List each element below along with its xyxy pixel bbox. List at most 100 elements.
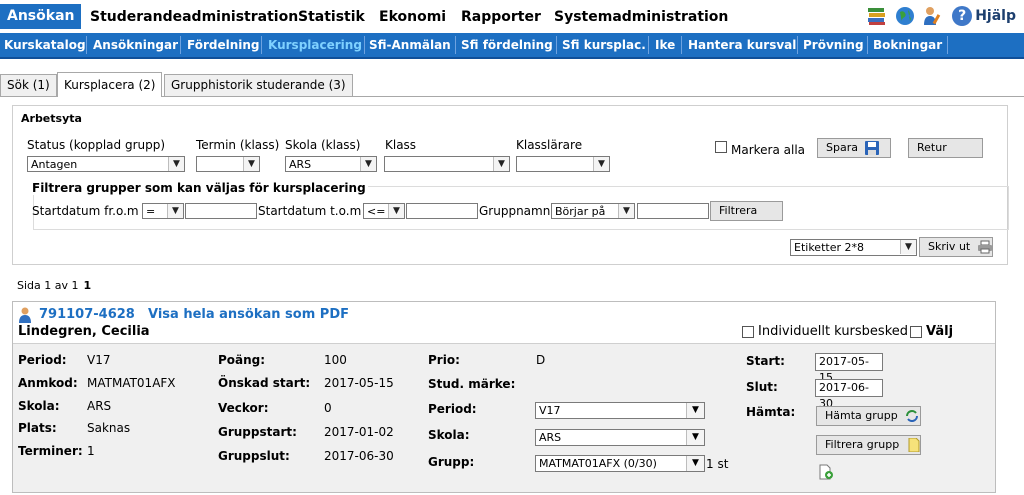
help-link[interactable]: ? Hjälp: [952, 6, 1016, 26]
menu-ekonomi[interactable]: Ekonomi: [379, 9, 446, 25]
valj-label: Välj: [926, 324, 954, 339]
hamta-label: Hämta:: [746, 405, 796, 419]
startdatum-from-operator-value: =: [146, 205, 156, 218]
submenu-divider: [455, 36, 456, 54]
menu-studerandeadministration[interactable]: Studerandeadministration: [90, 9, 298, 25]
books-icon[interactable]: [866, 5, 888, 27]
hamta-grupp-button[interactable]: Hämta grupp: [816, 406, 921, 426]
valj-checkbox[interactable]: [910, 326, 922, 338]
status-select[interactable]: Antagen ▼: [27, 156, 185, 172]
tab-kursplacera[interactable]: Kursplacera (2): [57, 72, 163, 97]
plats-label: Plats:: [18, 421, 57, 435]
slut-input[interactable]: 2017-06-30: [815, 379, 883, 410]
plats-value: Saknas: [87, 421, 131, 435]
submenu-divider: [556, 36, 557, 54]
menu-ansokan[interactable]: Ansökan: [0, 4, 82, 29]
gruppnamn-operator[interactable]: Börjar på ▼: [551, 203, 635, 219]
globe-icon[interactable]: [894, 5, 916, 27]
refresh-icon: [905, 409, 919, 423]
application-record: 791107-4628 Visa hela ansökan som PDF Li…: [12, 301, 996, 493]
submenu-sfi-fordelning[interactable]: Sfi fördelning: [461, 33, 553, 57]
prio-label: Prio:: [428, 353, 460, 367]
period-select[interactable]: V17 ▼: [535, 402, 705, 419]
veckor-value: 0: [324, 401, 332, 415]
submenu-divider: [261, 36, 262, 54]
grupp-select-value: MATMAT01AFX (0/30): [539, 457, 657, 470]
menu-statistik[interactable]: Statistik: [298, 9, 365, 25]
submenu-bokningar[interactable]: Bokningar: [873, 33, 942, 57]
status-select-value: Antagen: [31, 158, 78, 171]
filter-legend: Filtrera grupper som kan väljas för kurs…: [30, 181, 368, 195]
klass-select[interactable]: ▼: [384, 156, 510, 172]
arbetsyta-panel: Arbetsyta Status (kopplad grupp) Antagen…: [12, 105, 1009, 265]
etiketter-select-value: Etiketter 2*8: [794, 241, 864, 254]
menu-rapporter[interactable]: Rapporter: [461, 9, 541, 25]
gruppslut-label: Gruppslut:: [218, 449, 290, 463]
sub-menu: Kurskatalog Ansökningar Fördelning Kursp…: [0, 33, 1024, 59]
terminer-value: 1: [87, 444, 95, 458]
submenu-ike[interactable]: Ike: [655, 33, 675, 57]
submenu-fordelning[interactable]: Fördelning: [187, 33, 260, 57]
startdatum-tom-label: Startdatum t.o.m: [258, 204, 362, 218]
pdf-link[interactable]: Visa hela ansökan som PDF: [148, 307, 349, 322]
terminer-label: Terminer:: [18, 444, 83, 458]
floppy-disk-icon: [865, 141, 880, 155]
arbetsyta-legend: Arbetsyta: [21, 112, 82, 125]
individuellt-checkbox[interactable]: [742, 326, 754, 338]
tab-grupphistorik[interactable]: Grupphistorik studerande (3): [164, 74, 353, 96]
chevron-down-icon: ▼: [593, 157, 609, 171]
submenu-divider: [867, 36, 868, 54]
onskad-start-value: 2017-05-15: [324, 376, 394, 390]
user-settings-icon[interactable]: [922, 5, 944, 27]
chevron-down-icon: ▼: [618, 204, 634, 218]
submenu-hantera-kursval[interactable]: Hantera kursval: [688, 33, 796, 57]
submenu-ansokningar[interactable]: Ansökningar: [93, 33, 178, 57]
pager-page-link[interactable]: 1: [84, 279, 92, 292]
chevron-down-icon: ▼: [686, 403, 704, 418]
submenu-kurskatalog[interactable]: Kurskatalog: [4, 33, 86, 57]
markera-alla-checkbox[interactable]: [715, 141, 727, 153]
etiketter-select[interactable]: Etiketter 2*8 ▼: [790, 239, 917, 256]
menu-systemadministration[interactable]: Systemadministration: [554, 9, 728, 25]
skola-label: Skola:: [18, 399, 60, 413]
retur-button[interactable]: Retur: [908, 138, 983, 158]
anmkod-label: Anmkod:: [18, 376, 78, 390]
grupp-select[interactable]: MATMAT01AFX (0/30) ▼: [535, 455, 705, 472]
markera-alla-label: Markera alla: [731, 143, 806, 157]
submenu-sfi-kursplac[interactable]: Sfi kursplac.: [562, 33, 646, 57]
gruppnamn-input[interactable]: [637, 203, 709, 219]
klasslarare-select[interactable]: ▼: [516, 156, 610, 172]
chevron-down-icon: ▼: [493, 157, 509, 171]
skriv-ut-label: Skriv ut: [928, 240, 971, 253]
filtrera-grupp-button[interactable]: Filtrera grupp: [816, 435, 921, 455]
chevron-down-icon: ▼: [388, 204, 404, 218]
submenu-divider: [180, 36, 181, 54]
submenu-sfi-anmalan[interactable]: Sfi-Anmälan: [369, 33, 451, 57]
startdatum-tom-operator[interactable]: <= ▼: [363, 203, 405, 219]
period-select-value: V17: [539, 404, 561, 417]
klass-label: Klass: [385, 138, 417, 152]
grupp-count: 1 st: [706, 457, 729, 471]
tab-sok[interactable]: Sök (1): [0, 74, 57, 96]
filtrera-button[interactable]: Filtrera: [710, 201, 783, 221]
termin-select[interactable]: ▼: [196, 156, 260, 172]
skriv-ut-button[interactable]: Skriv ut: [919, 237, 993, 257]
submenu-provning[interactable]: Prövning: [803, 33, 864, 57]
start-input[interactable]: 2017-05-15: [815, 353, 883, 384]
startdatum-from-input[interactable]: [185, 203, 257, 219]
personnummer-link[interactable]: 791107-4628: [39, 307, 135, 322]
skola-record-select[interactable]: ARS ▼: [535, 429, 705, 446]
startdatum-from-label: Startdatum fr.o.m: [32, 204, 139, 218]
startdatum-from-operator[interactable]: = ▼: [142, 203, 184, 219]
gruppslut-value: 2017-06-30: [324, 449, 394, 463]
startdatum-tom-input[interactable]: [406, 203, 478, 219]
klasslarare-label: Klasslärare: [516, 138, 583, 152]
poang-value: 100: [324, 353, 347, 367]
submenu-kursplacering[interactable]: Kursplacering: [268, 33, 362, 57]
gruppstart-value: 2017-01-02: [324, 425, 394, 439]
help-label: Hjälp: [975, 8, 1016, 24]
poang-label: Poäng:: [218, 353, 266, 367]
add-document-icon[interactable]: [818, 464, 834, 483]
skola-select[interactable]: ARS ▼: [285, 156, 377, 172]
spara-button[interactable]: Spara: [817, 138, 891, 158]
